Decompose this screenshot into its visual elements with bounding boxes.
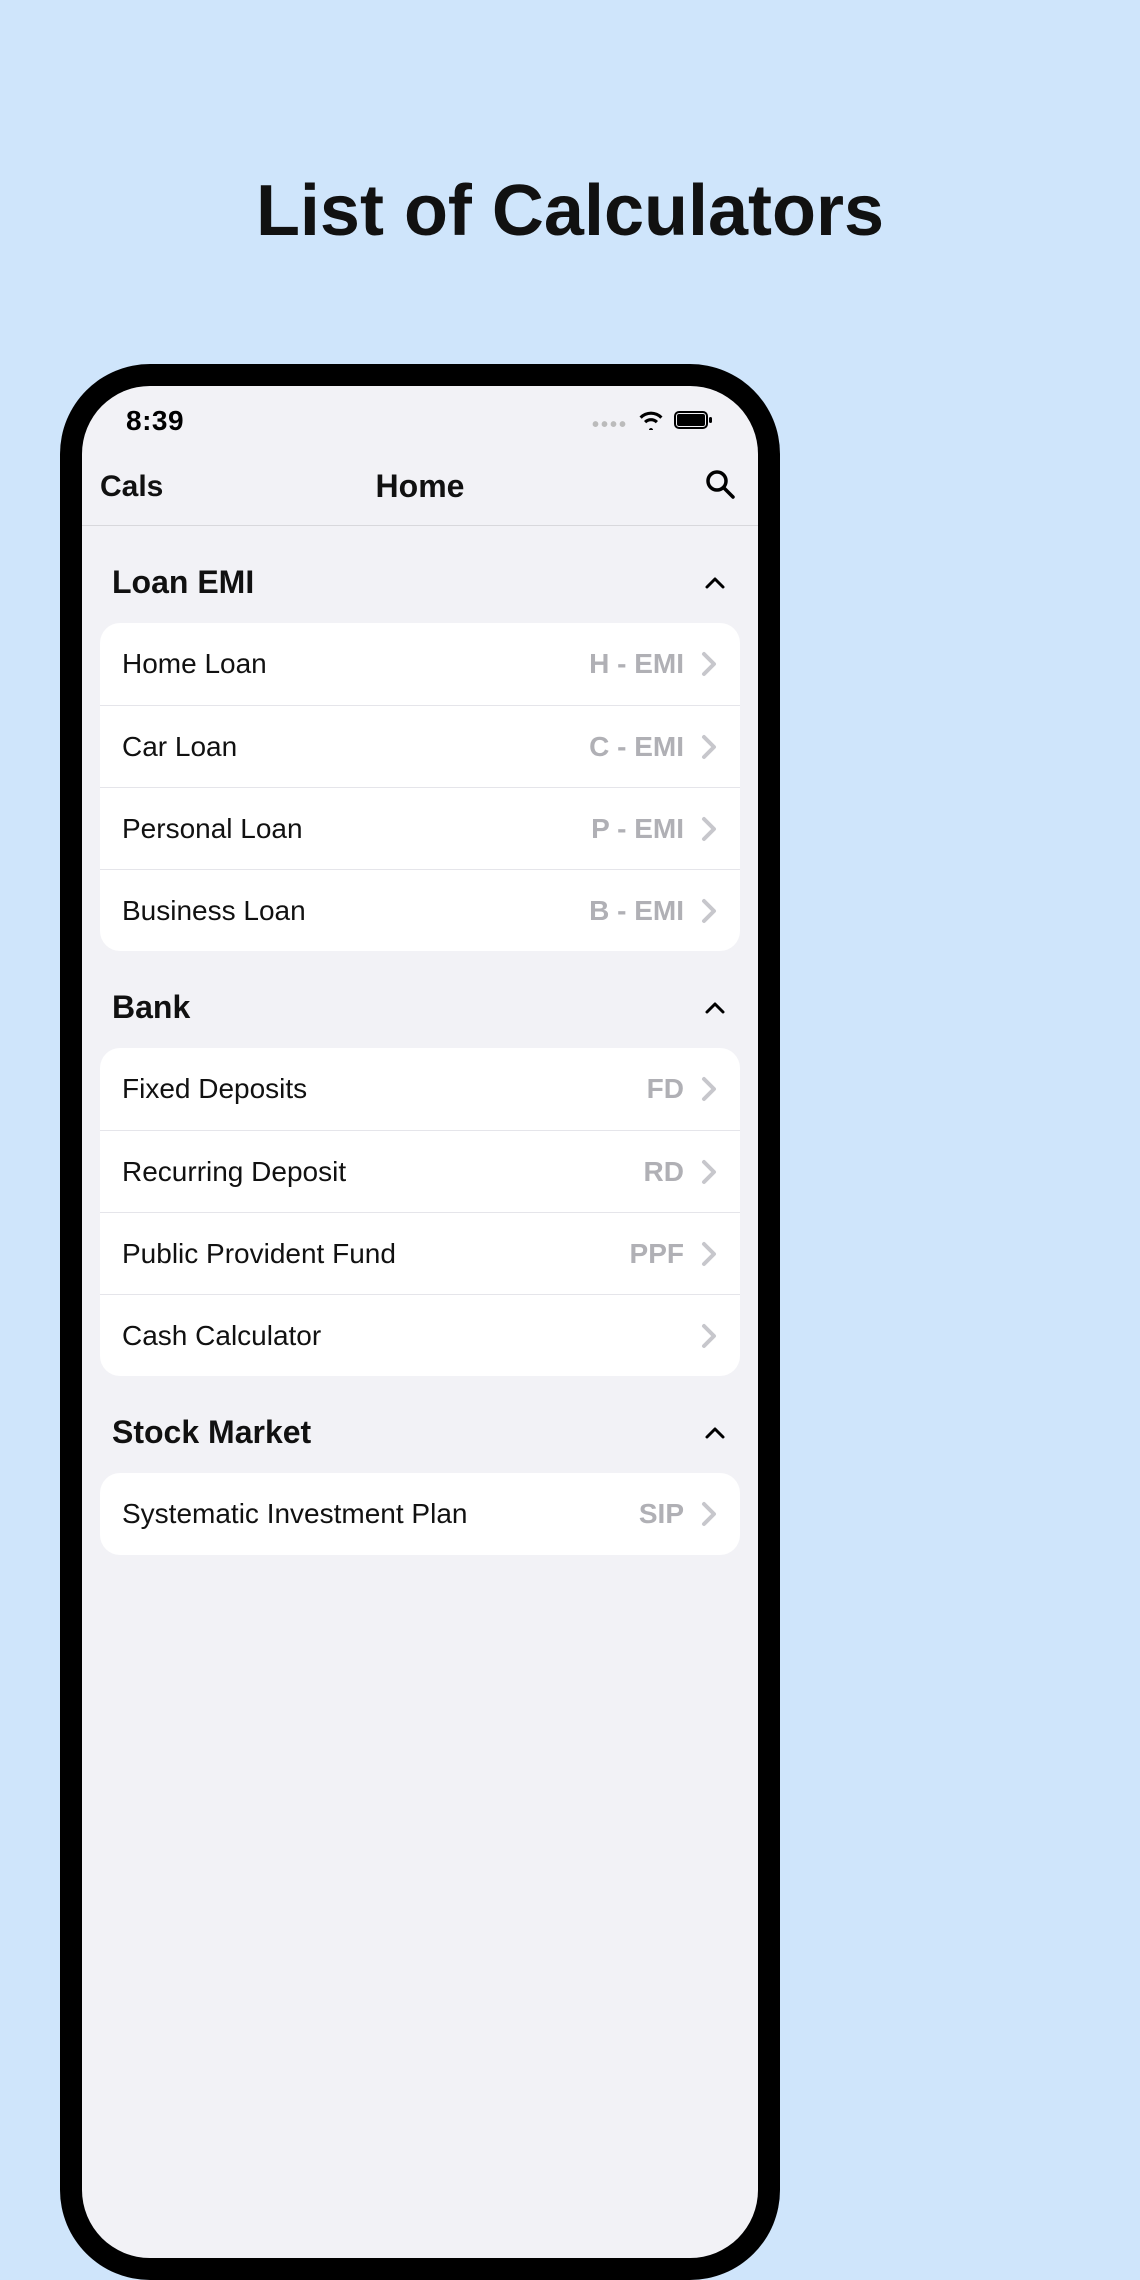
list-item[interactable]: Car Loan C - EMI [100, 705, 740, 787]
list-item-code: B - EMI [589, 895, 684, 927]
chevron-right-icon [700, 897, 718, 925]
navigation-bar: Cals Home [82, 448, 758, 526]
wifi-icon [638, 405, 664, 437]
chevron-right-icon [700, 1322, 718, 1350]
chevron-right-icon [700, 1158, 718, 1186]
status-bar: 8:39 •••• [82, 394, 758, 448]
list-item[interactable]: Recurring Deposit RD [100, 1130, 740, 1212]
list-item-label: Fixed Deposits [122, 1073, 307, 1105]
nav-title: Home [376, 468, 465, 505]
content-scroll[interactable]: Loan EMI Home Loan H - EMI Car Loan C - [82, 526, 758, 2258]
search-icon [703, 467, 737, 506]
list-item[interactable]: Cash Calculator [100, 1294, 740, 1376]
list-item[interactable]: Systematic Investment Plan SIP [100, 1473, 740, 1555]
section-title: Bank [112, 989, 190, 1026]
section-title: Loan EMI [112, 564, 254, 601]
status-time: 8:39 [126, 405, 184, 437]
section-group-bank: Fixed Deposits FD Recurring Deposit RD P… [100, 1048, 740, 1376]
list-item-code: RD [644, 1156, 684, 1188]
phone-screen: 8:39 •••• Cals Home [82, 386, 758, 2258]
chevron-right-icon [700, 815, 718, 843]
list-item[interactable]: Home Loan H - EMI [100, 623, 740, 705]
list-item-label: Public Provident Fund [122, 1238, 396, 1270]
list-item-label: Business Loan [122, 895, 306, 927]
chevron-right-icon [700, 1500, 718, 1528]
section-group-stock-market: Systematic Investment Plan SIP [100, 1473, 740, 1555]
hero-title: List of Calculators [0, 0, 1140, 252]
list-item[interactable]: Business Loan B - EMI [100, 869, 740, 951]
list-item-label: Car Loan [122, 731, 237, 763]
phone-frame: 8:39 •••• Cals Home [60, 364, 780, 2280]
list-item-code: H - EMI [589, 648, 684, 680]
chevron-right-icon [700, 650, 718, 678]
list-item-code: P - EMI [591, 813, 684, 845]
chevron-right-icon [700, 1075, 718, 1103]
section-header-bank[interactable]: Bank [82, 951, 758, 1048]
list-item-label: Systematic Investment Plan [122, 1498, 467, 1530]
cellular-icon: •••• [592, 415, 628, 435]
list-item-label: Cash Calculator [122, 1320, 321, 1352]
chevron-right-icon [700, 733, 718, 761]
list-item[interactable]: Fixed Deposits FD [100, 1048, 740, 1130]
list-item[interactable]: Personal Loan P - EMI [100, 787, 740, 869]
nav-back-label[interactable]: Cals [100, 470, 163, 504]
battery-icon [674, 405, 714, 437]
list-item-code: PPF [630, 1238, 684, 1270]
list-item-code: C - EMI [589, 731, 684, 763]
section-header-stock-market[interactable]: Stock Market [82, 1376, 758, 1473]
chevron-up-icon [702, 995, 728, 1021]
list-item-code: SIP [639, 1498, 684, 1530]
status-indicators: •••• [592, 405, 714, 437]
chevron-up-icon [702, 570, 728, 596]
section-group-loan-emi: Home Loan H - EMI Car Loan C - EMI Perso… [100, 623, 740, 951]
section-title: Stock Market [112, 1414, 311, 1451]
section-header-loan-emi[interactable]: Loan EMI [82, 526, 758, 623]
search-button[interactable] [700, 467, 740, 507]
chevron-right-icon [700, 1240, 718, 1268]
chevron-up-icon [702, 1420, 728, 1446]
list-item-code: FD [647, 1073, 684, 1105]
list-item-label: Personal Loan [122, 813, 303, 845]
list-item[interactable]: Public Provident Fund PPF [100, 1212, 740, 1294]
list-item-label: Recurring Deposit [122, 1156, 346, 1188]
list-item-label: Home Loan [122, 648, 267, 680]
